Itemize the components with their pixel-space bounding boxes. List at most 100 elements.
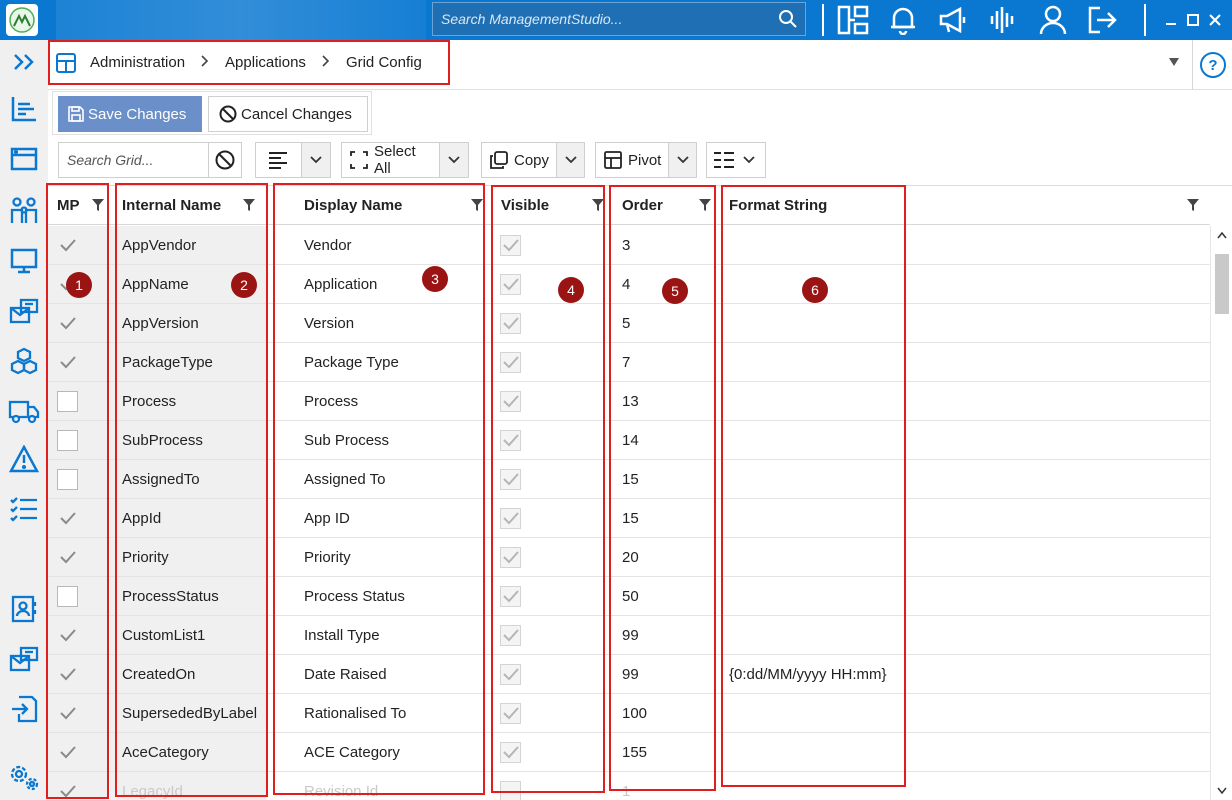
cell-order[interactable]: 14 <box>612 421 716 459</box>
align-dropdown[interactable] <box>255 142 331 178</box>
cell-format-string[interactable] <box>724 382 1204 420</box>
table-row[interactable]: AppVendor Vendor 3 <box>48 226 1210 265</box>
browser-icon[interactable] <box>0 140 48 178</box>
checked-checkbox[interactable] <box>57 703 78 724</box>
unchecked-checkbox[interactable] <box>57 429 78 451</box>
cell-order[interactable]: 99 <box>612 616 716 654</box>
select-all-dropdown[interactable]: Select All <box>341 142 469 178</box>
cell-format-string[interactable] <box>724 538 1204 576</box>
checked-checkbox[interactable] <box>500 468 521 490</box>
vertical-scrollbar[interactable] <box>1210 226 1232 800</box>
cell-display-name[interactable]: Revision Id <box>274 772 484 800</box>
packages-icon[interactable] <box>0 342 48 380</box>
cell-format-string[interactable] <box>724 577 1204 615</box>
cell-display-name[interactable]: Package Type <box>274 343 484 381</box>
app-logo-icon[interactable] <box>6 4 38 36</box>
cell-order[interactable]: 3 <box>612 226 716 264</box>
column-chooser-dropdown[interactable] <box>706 142 766 178</box>
global-search-input[interactable] <box>433 3 771 35</box>
table-row[interactable]: AssignedTo Assigned To 15 <box>48 460 1210 499</box>
cell-format-string[interactable] <box>724 460 1204 498</box>
cell-order[interactable]: 7 <box>612 343 716 381</box>
breadcrumb-item-applications[interactable]: Applications <box>225 54 306 71</box>
checked-checkbox[interactable] <box>500 585 521 607</box>
chevron-down-icon[interactable] <box>668 143 696 177</box>
cell-display-name[interactable]: Process Status <box>274 577 484 615</box>
checked-checkbox[interactable] <box>500 624 521 646</box>
breadcrumb-item-grid-config[interactable]: Grid Config <box>346 54 422 71</box>
checked-checkbox[interactable] <box>500 663 521 685</box>
settings-icon[interactable] <box>0 758 48 796</box>
cell-format-string[interactable] <box>724 265 1204 303</box>
unchecked-checkbox[interactable] <box>500 780 521 800</box>
table-row[interactable]: ProcessStatus Process Status 50 <box>48 577 1210 616</box>
help-icon[interactable]: ? <box>1200 52 1226 78</box>
checked-checkbox[interactable] <box>57 352 78 373</box>
checked-checkbox[interactable] <box>500 351 521 373</box>
cell-format-string[interactable] <box>724 226 1204 264</box>
table-row[interactable]: Priority Priority 20 <box>48 538 1210 577</box>
pivot-dropdown[interactable]: Pivot <box>595 142 697 178</box>
table-row[interactable]: AppId App ID 15 <box>48 499 1210 538</box>
org-chart-icon[interactable] <box>828 0 878 40</box>
cell-display-name[interactable]: Install Type <box>274 616 484 654</box>
checked-checkbox[interactable] <box>57 664 78 685</box>
filter-icon[interactable] <box>92 198 104 211</box>
column-header-display-name[interactable]: Display Name <box>304 186 402 225</box>
cell-display-name[interactable]: Priority <box>274 538 484 576</box>
checked-checkbox[interactable] <box>57 742 78 763</box>
unchecked-checkbox[interactable] <box>57 390 78 412</box>
checked-checkbox[interactable] <box>500 741 521 763</box>
cell-order[interactable]: 15 <box>612 460 716 498</box>
cell-display-name[interactable]: Date Raised <box>274 655 484 693</box>
filter-icon[interactable] <box>243 198 255 211</box>
checked-checkbox[interactable] <box>57 508 78 529</box>
cell-display-name[interactable]: Sub Process <box>274 421 484 459</box>
cell-order[interactable]: 5 <box>612 304 716 342</box>
cell-order[interactable]: 99 <box>612 655 716 693</box>
grid-home-icon[interactable] <box>56 52 76 73</box>
deploy-icon[interactable] <box>0 292 48 330</box>
checked-checkbox[interactable] <box>57 235 78 256</box>
cell-order[interactable]: 1 <box>612 772 716 800</box>
copy-dropdown[interactable]: Copy <box>481 142 585 178</box>
table-row[interactable]: CustomList1 Install Type 99 <box>48 616 1210 655</box>
checklist-icon[interactable] <box>0 490 48 528</box>
table-row[interactable]: AceCategory ACE Category 155 <box>48 733 1210 772</box>
maximize-icon[interactable] <box>1182 0 1204 40</box>
warning-icon[interactable] <box>0 440 48 478</box>
filter-icon[interactable] <box>1187 198 1199 211</box>
chevron-down-icon[interactable] <box>438 143 468 177</box>
scroll-down-icon[interactable] <box>1211 781 1232 799</box>
cell-order[interactable]: 13 <box>612 382 716 420</box>
delivery-truck-icon[interactable] <box>0 392 48 430</box>
chevron-down-icon[interactable] <box>556 143 584 177</box>
cell-format-string[interactable] <box>724 343 1204 381</box>
column-header-internal-name[interactable]: Internal Name <box>122 186 221 225</box>
cell-display-name[interactable]: ACE Category <box>274 733 484 771</box>
cell-format-string[interactable] <box>724 499 1204 537</box>
close-icon[interactable] <box>1204 0 1226 40</box>
table-row[interactable]: SupersededByLabel Rationalised To 100 <box>48 694 1210 733</box>
expand-sidebar-icon[interactable] <box>0 40 48 84</box>
table-row[interactable]: Process Process 13 <box>48 382 1210 421</box>
cell-format-string[interactable] <box>724 733 1204 771</box>
cell-display-name[interactable]: App ID <box>274 499 484 537</box>
cell-display-name[interactable]: Vendor <box>274 226 484 264</box>
checked-checkbox[interactable] <box>57 547 78 568</box>
cell-order[interactable]: 20 <box>612 538 716 576</box>
checked-checkbox[interactable] <box>57 313 78 334</box>
cell-order[interactable]: 50 <box>612 577 716 615</box>
table-row[interactable]: AppName Application 4 <box>48 265 1210 304</box>
unchecked-checkbox[interactable] <box>57 468 78 490</box>
caret-down-icon[interactable] <box>1168 56 1180 70</box>
cell-order[interactable]: 155 <box>612 733 716 771</box>
cell-order[interactable]: 15 <box>612 499 716 537</box>
cell-format-string[interactable] <box>724 694 1204 732</box>
search-icon[interactable] <box>771 2 805 36</box>
checked-checkbox[interactable] <box>57 781 78 800</box>
table-row[interactable]: SubProcess Sub Process 14 <box>48 421 1210 460</box>
cell-display-name[interactable]: Version <box>274 304 484 342</box>
monitor-icon[interactable] <box>0 242 48 280</box>
cell-format-string[interactable] <box>724 421 1204 459</box>
